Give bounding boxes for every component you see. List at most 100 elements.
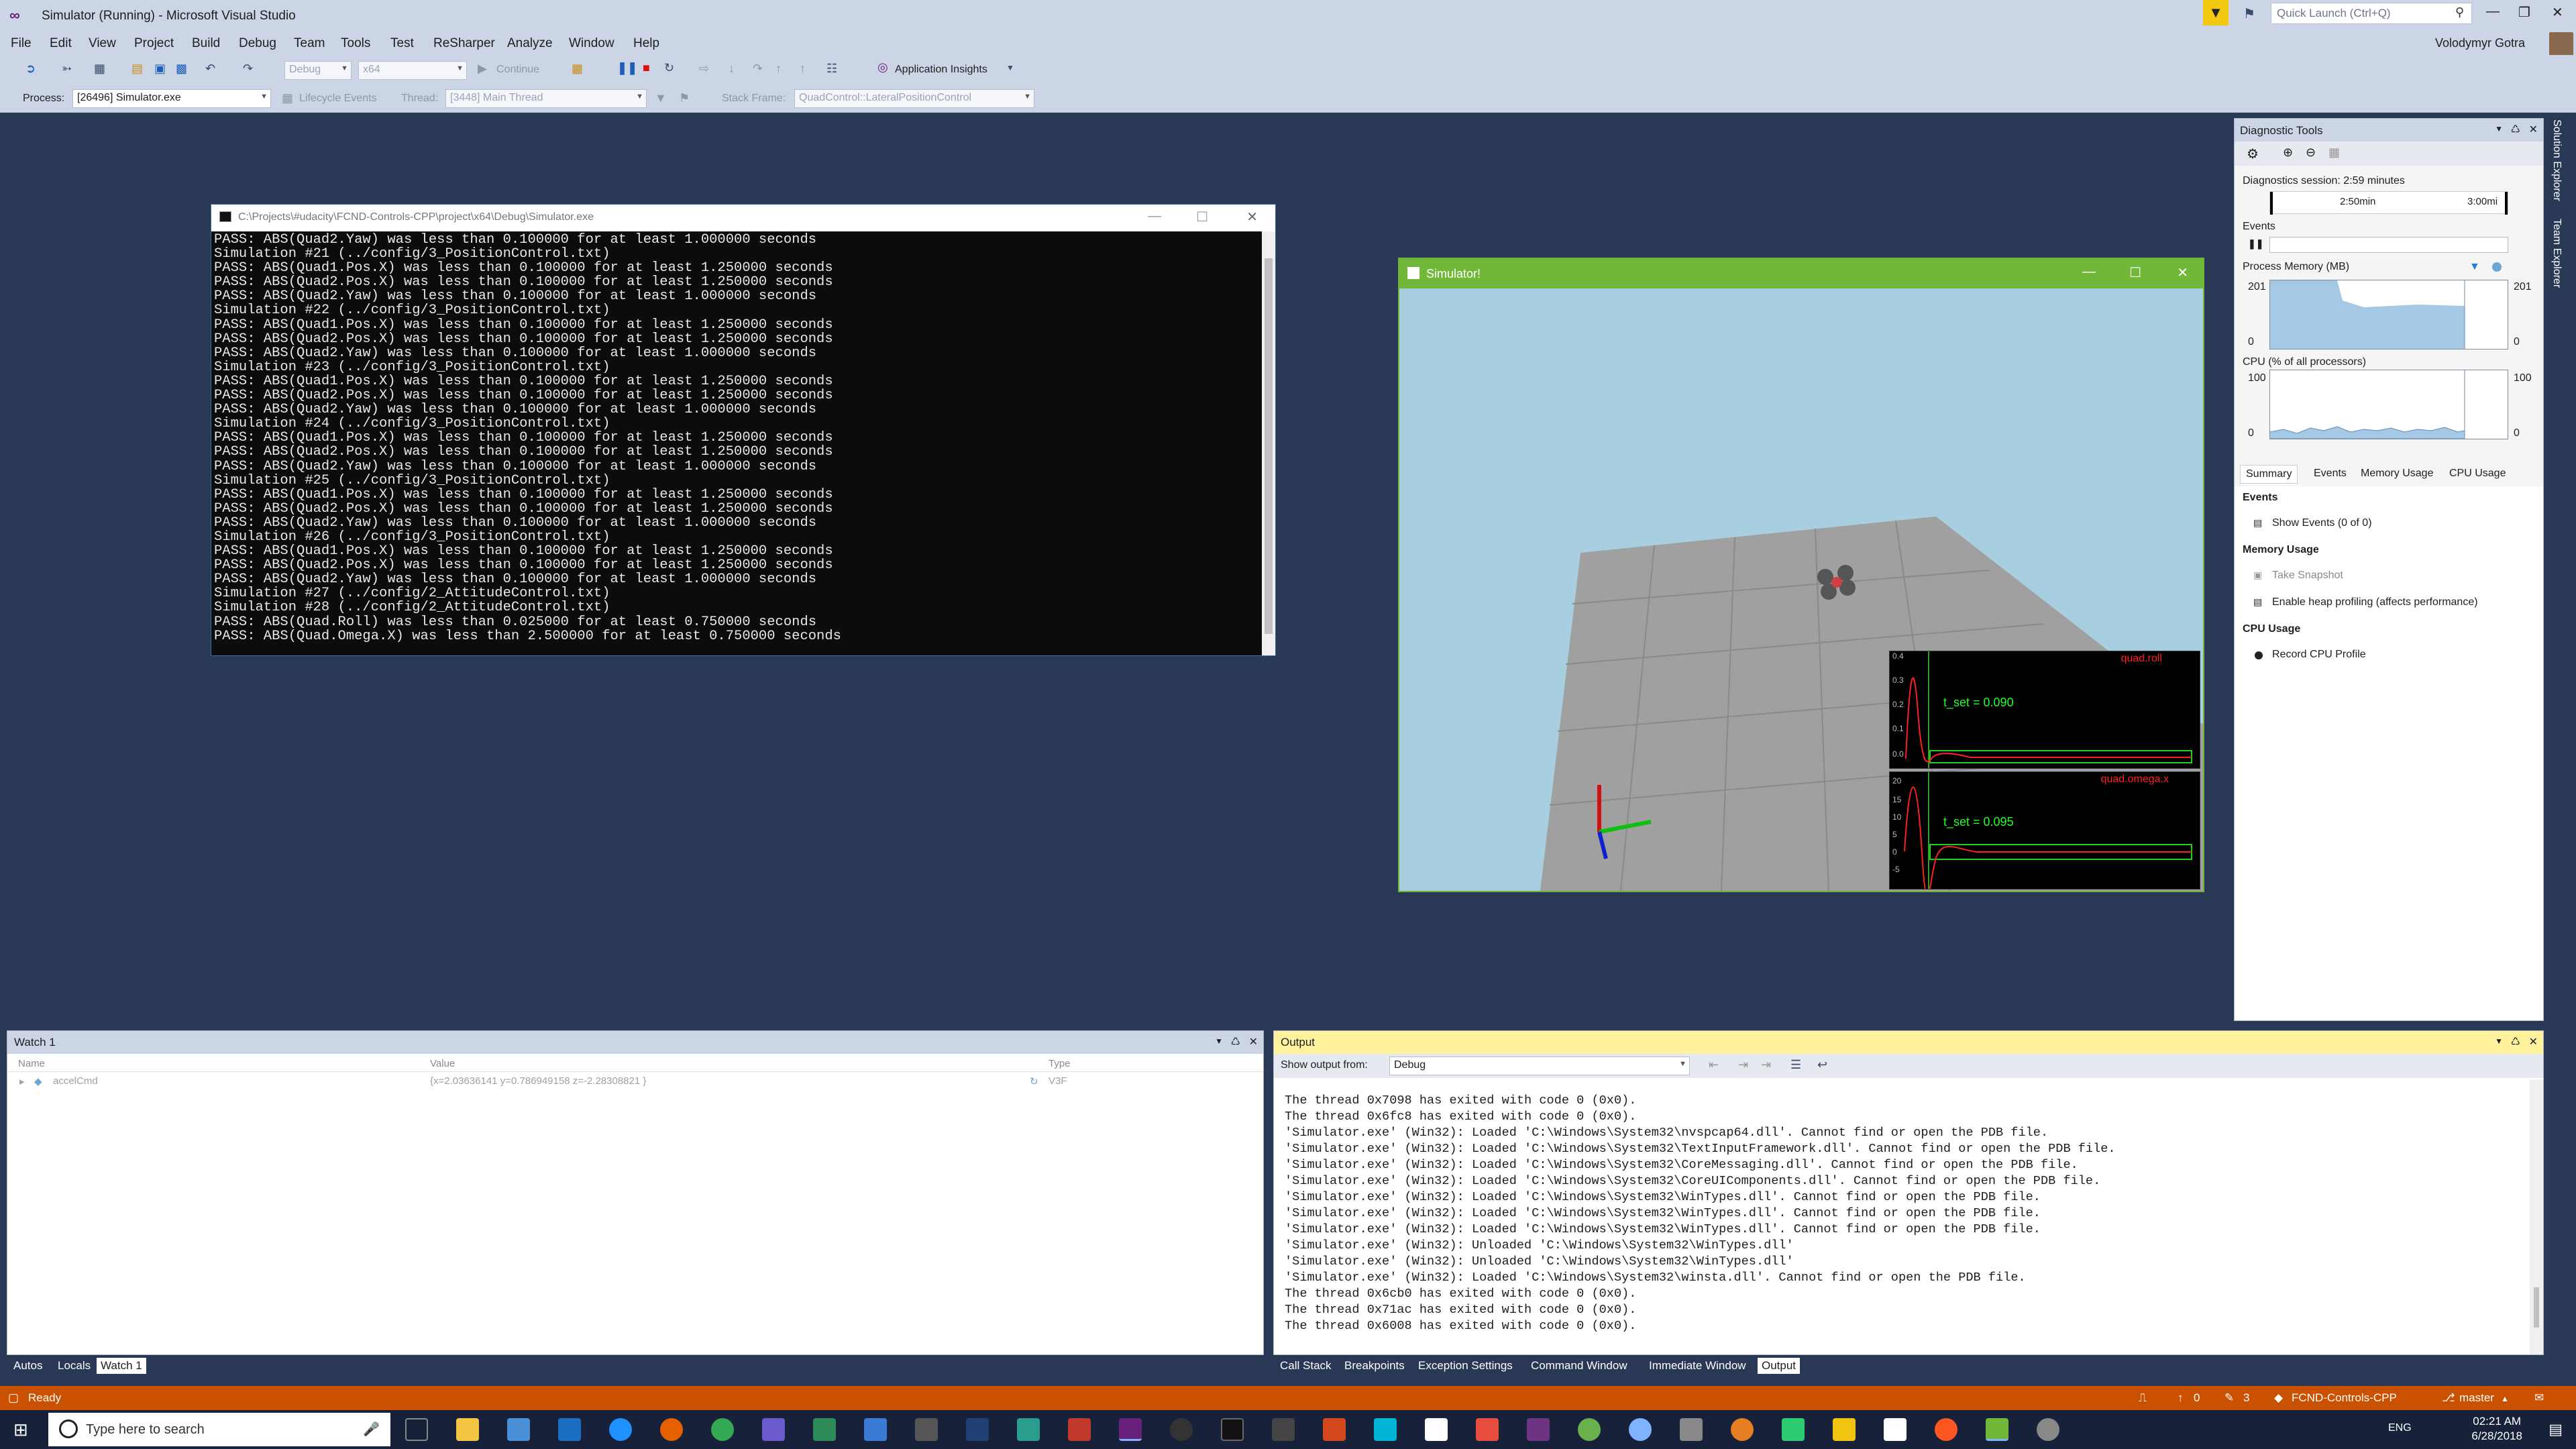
menu-resharper[interactable]: ReSharper [433, 36, 495, 51]
scrollbar-thumb[interactable] [1265, 258, 1273, 634]
restart-icon[interactable]: ↻ [664, 61, 674, 75]
events-track[interactable] [2269, 237, 2508, 253]
thread-select[interactable]: [3448] Main Thread ▼ [445, 89, 647, 108]
show-events-link[interactable]: Show Events (0 of 0) [2272, 517, 2372, 529]
branch-name[interactable]: master [2459, 1391, 2494, 1405]
tab-cpu-usage[interactable]: CPU Usage [2444, 465, 2511, 482]
enable-heap-profiling-button[interactable]: Enable heap profiling (affects performan… [2272, 596, 2478, 608]
task-view-icon[interactable] [405, 1418, 428, 1441]
tab-summary[interactable]: Summary [2240, 465, 2298, 484]
notifications-icon[interactable]: ✉ [2534, 1391, 2544, 1405]
tab-call-stack[interactable]: Call Stack [1276, 1358, 1336, 1374]
console-taskbar-icon[interactable] [1221, 1418, 1244, 1441]
app-icon[interactable] [813, 1418, 836, 1441]
process-select[interactable]: [26496] Simulator.exe ▼ [72, 89, 271, 108]
continue-button[interactable]: Continue [496, 64, 539, 76]
forward-icon[interactable]: ➳ [62, 62, 72, 76]
app-icon[interactable] [1731, 1418, 1754, 1441]
minimize-icon[interactable]: — [1148, 209, 1161, 224]
configuration-select[interactable]: Debug ▼ [284, 61, 352, 80]
watch-panel[interactable]: Watch 1 ▼ ♺ ✕ Name Value Type ▸ ◆ accelC… [7, 1030, 1264, 1355]
browser-link-icon[interactable]: ▦ [572, 62, 583, 76]
step-out-icon[interactable]: ↑ [775, 62, 782, 76]
menu-file[interactable]: File [11, 36, 32, 51]
edge-icon[interactable] [609, 1418, 632, 1441]
expand-arrow-icon[interactable]: ▸ [19, 1075, 25, 1087]
outlook-icon[interactable] [558, 1418, 581, 1441]
close-icon[interactable]: ✕ [2529, 123, 2538, 136]
go-to-next-icon[interactable]: ⇥ [1761, 1058, 1771, 1072]
jetbrains-icon[interactable] [1068, 1418, 1091, 1441]
app-icon[interactable] [1935, 1418, 1957, 1441]
avatar[interactable] [2549, 32, 2573, 56]
redo-icon[interactable]: ↷ [243, 62, 253, 76]
flag-icon[interactable]: ⚑ [679, 91, 690, 105]
undo-icon[interactable]: ↶ [205, 62, 215, 76]
app-icon[interactable] [1527, 1418, 1550, 1441]
scrollbar-thumb[interactable] [2534, 1287, 2539, 1328]
menu-window[interactable]: Window [569, 36, 614, 51]
output-source-select[interactable]: Debug ▼ [1389, 1057, 1690, 1075]
close-icon[interactable]: ✕ [2552, 4, 2563, 21]
pause-icon[interactable]: ❚❚ [2248, 238, 2263, 250]
menu-project[interactable]: Project [134, 36, 174, 51]
menu-view[interactable]: View [89, 36, 116, 51]
console-scrollbar[interactable] [1262, 231, 1275, 655]
tab-autos[interactable]: Autos [9, 1358, 46, 1374]
quick-launch-input[interactable]: Quick Launch (Ctrl+Q) [2271, 3, 2472, 24]
memory-graph[interactable] [2269, 280, 2508, 350]
chevron-down-icon[interactable]: ▼ [1006, 63, 1014, 72]
app-icon[interactable] [1578, 1418, 1601, 1441]
cpu-graph[interactable] [2269, 370, 2508, 439]
stack-frame-select[interactable]: QuadControl::LateralPositionControl ▼ [794, 89, 1034, 108]
user-name[interactable]: Volodymyr Gotra [2435, 36, 2525, 50]
tab-breakpoints[interactable]: Breakpoints [1340, 1358, 1409, 1374]
windows-start-icon[interactable]: ⊞ [13, 1419, 28, 1440]
new-project-icon[interactable]: ▦ [94, 62, 105, 76]
output-scrollbar[interactable] [2530, 1079, 2543, 1354]
close-icon[interactable]: ✕ [2529, 1035, 2538, 1049]
timeline-ruler[interactable]: 2:50min 3:00mi [2269, 191, 2508, 215]
hex-display-icon[interactable]: ☷ [826, 62, 837, 76]
take-snapshot-button[interactable]: Take Snapshot [2272, 570, 2343, 582]
file-explorer-icon[interactable] [456, 1418, 479, 1441]
app-icon[interactable] [1374, 1418, 1397, 1441]
save-icon[interactable]: ▣ [154, 62, 166, 76]
pin-icon[interactable]: ♺ [1231, 1035, 1240, 1049]
simulator-titlebar[interactable]: Simulator! — ☐ ✕ [1399, 259, 2203, 288]
chevron-down-icon[interactable]: ▼ [1215, 1036, 1223, 1046]
tab-exception-settings[interactable]: Exception Settings [1414, 1358, 1517, 1374]
find-previous-icon[interactable]: ⇤ [1709, 1058, 1719, 1072]
app-icon[interactable] [1323, 1418, 1346, 1441]
powershell-icon[interactable] [966, 1418, 989, 1441]
menu-debug[interactable]: Debug [239, 36, 276, 51]
tab-watch-1[interactable]: Watch 1 [97, 1358, 146, 1374]
tab-team-explorer[interactable]: Team Explorer [2551, 219, 2563, 288]
zoom-in-icon[interactable]: ⊕ [2283, 146, 2293, 160]
menu-team[interactable]: Team [294, 36, 325, 51]
clock[interactable]: 02:21 AM 6/28/2018 [2471, 1414, 2522, 1444]
app-icon[interactable] [1680, 1418, 1703, 1441]
notification-icon[interactable]: ⚑ [2243, 5, 2255, 22]
minimize-icon[interactable]: — [2486, 4, 2500, 19]
language-indicator[interactable]: ENG [2388, 1422, 2412, 1434]
filter-icon[interactable]: ▼ [2469, 261, 2480, 273]
pin-icon[interactable]: ♺ [2511, 123, 2520, 136]
record-cpu-profile-button[interactable]: Record CPU Profile [2272, 649, 2366, 661]
close-icon[interactable]: ✕ [2177, 264, 2188, 281]
filter-icon[interactable]: ▼ [655, 91, 667, 105]
column-value[interactable]: Value [430, 1058, 455, 1069]
step-over-icon[interactable]: ↷ [753, 62, 763, 76]
refresh-icon[interactable]: ↻ [1030, 1075, 1038, 1087]
firefox-icon[interactable] [660, 1418, 683, 1441]
watch-name[interactable]: accelCmd [53, 1075, 98, 1087]
app-icon[interactable] [1170, 1418, 1193, 1441]
column-name[interactable]: Name [18, 1058, 45, 1069]
console-titlebar[interactable]: C:\Projects\#udacity\FCND-Controls-CPP\p… [211, 205, 1275, 231]
app-icon[interactable] [1425, 1418, 1448, 1441]
menu-test[interactable]: Test [390, 36, 414, 51]
output-panel[interactable]: Output ▼ ♺ ✕ Show output from: Debug ▼ ⇤ … [1273, 1030, 2544, 1355]
repo-name[interactable]: FCND-Controls-CPP [2292, 1391, 2397, 1405]
store-icon[interactable] [507, 1418, 530, 1441]
chevron-up-icon[interactable]: ▲ [2501, 1394, 2509, 1403]
